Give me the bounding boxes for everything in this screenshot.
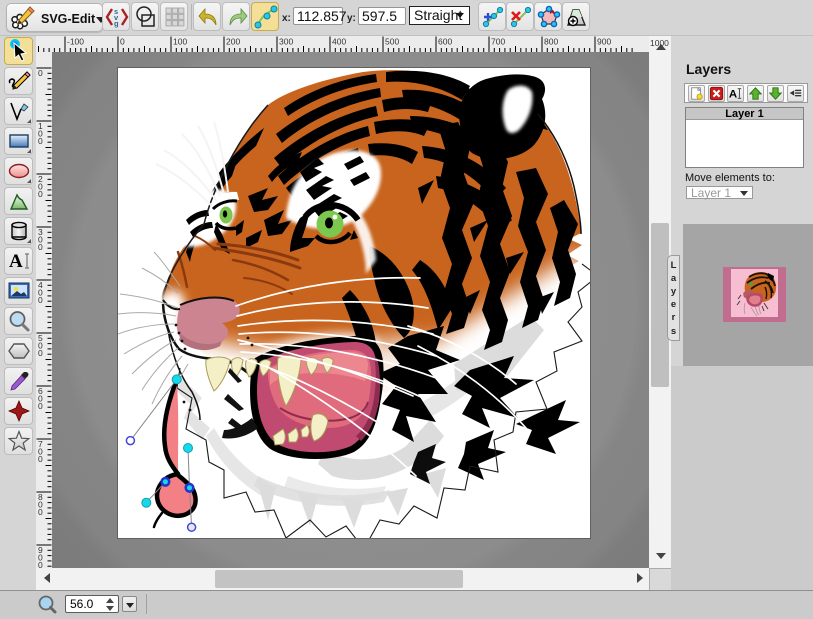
svg-text:100: 100 [173,37,187,47]
svg-text:0: 0 [38,507,43,517]
svg-text:900: 900 [597,37,611,47]
svg-text:700: 700 [491,37,505,47]
svg-text:800: 800 [544,37,558,47]
svg-text:A: A [729,88,737,100]
svg-text:A: A [9,251,23,272]
svg-text:0: 0 [120,37,125,47]
svg-text:0: 0 [38,68,43,78]
svg-text:g: g [114,19,119,28]
svg-text:0: 0 [38,401,43,411]
svg-text:0: 0 [38,454,43,464]
svg-text:0: 0 [38,189,43,199]
svg-text:0: 0 [38,560,43,568]
svg-text:0: 0 [38,295,43,305]
svg-text:0: 0 [38,348,43,358]
svg-text:200: 200 [226,37,240,47]
svg-text:0: 0 [38,242,43,252]
svg-text:500: 500 [385,37,399,47]
svg-text:600: 600 [438,37,452,47]
svg-text:-100: -100 [67,37,84,47]
svg-text:400: 400 [332,37,346,47]
svg-text:300: 300 [279,37,293,47]
svg-text:0: 0 [38,136,43,146]
